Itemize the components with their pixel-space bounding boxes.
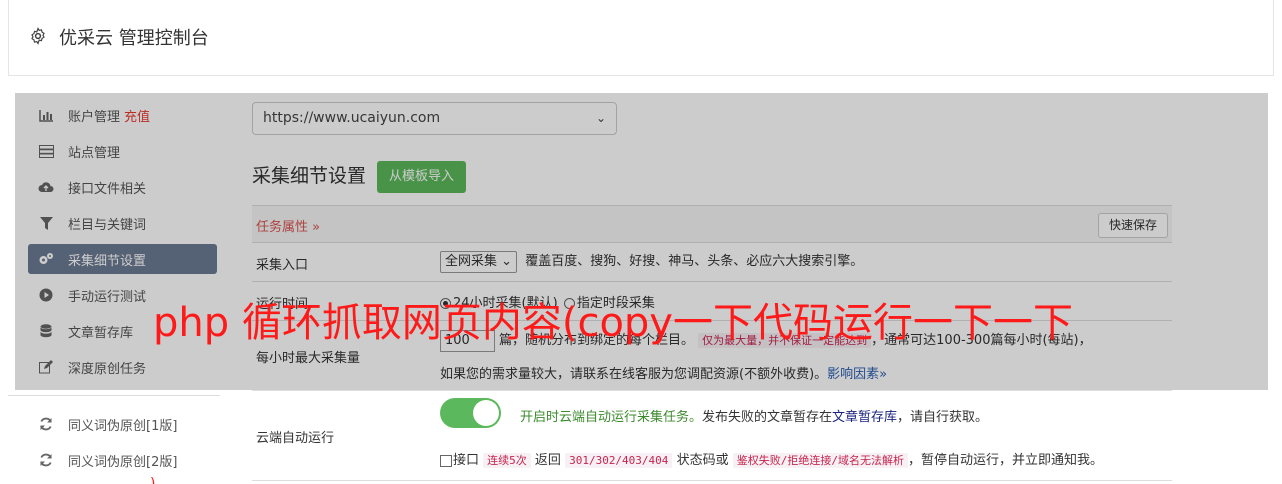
sidebar-item-label: 栏目与关键词 [68, 217, 147, 233]
code-errors: 鉴权失败/拒绝连接/域名无法解析 [732, 453, 908, 468]
cloud-desc-green: 开启时云端自动运行采集任务。 [520, 410, 703, 425]
quick-save-button[interactable]: 快速保存 [1097, 213, 1168, 238]
sidebar-divider [8, 395, 220, 396]
sidebar-item-label: 接口文件相关 [68, 181, 147, 197]
sidebar-item-label: 同义词伪原创[2版] [68, 454, 178, 470]
sidebar-item-columns-keywords[interactable]: 栏目与关键词 [28, 208, 217, 238]
cloud-upload-icon [38, 179, 54, 195]
pause-checkbox-label: 接口 [453, 453, 480, 468]
row-cloud-auto-run: 云端自动运行 开启时云端自动运行采集任务。发布失败的文章暂存在文章暂存库，请自行… [252, 391, 1172, 481]
collect-entry-select[interactable]: 全网采集 ⌄ [440, 250, 518, 273]
gears-icon [38, 251, 54, 267]
sidebar-item-account[interactable]: 账户管理 充值 [28, 100, 217, 130]
row-content-line2: 如果您的需求量较大，请联系在线客服为您调配资源(不额外收费)。影响因素» [440, 363, 887, 382]
article-storage-link[interactable]: 文章暂存库 [832, 410, 897, 425]
code-status: 301/302/403/404 [565, 453, 673, 468]
sidebar-item-collect-settings[interactable]: 采集细节设置 [28, 244, 217, 274]
pause-checkbox[interactable] [440, 454, 452, 467]
sidebar-item-label: 文章暂存库 [68, 325, 134, 341]
site-select-value: https://www.ucaiyun.com [263, 110, 441, 126]
row-label: 每小时最大采集量 [256, 351, 361, 366]
pause-condition: 接口 连续5次 返回 301/302/403/404 状态码或 鉴权失败/拒绝连… [440, 449, 1103, 468]
task-attributes-toggle[interactable]: 任务属性 » [256, 216, 320, 235]
bar-chart-icon [38, 107, 54, 123]
sidebar-item-synonym-v2[interactable]: 同义词伪原创[2版] [28, 445, 217, 475]
sidebar-item-label: 深度原创任务 [68, 361, 147, 377]
refresh-icon [38, 416, 54, 432]
max-per-hour-text-3: 如果您的需求量较大，请联系在线客服为您调配资源(不额外收费)。 [440, 367, 828, 382]
sidebar-item-deep-original[interactable]: 深度原创任务 [28, 352, 217, 382]
database-icon [38, 323, 54, 339]
sidebar-item-label: 同义词伪原创[1版] [68, 418, 178, 434]
top-header: 优采云 管理控制台 [8, 0, 1274, 76]
row-content: 全网采集 ⌄ 覆盖百度、搜狗、好搜、神马、头条、必应六大搜索引擎。 [440, 250, 863, 273]
site-select[interactable]: https://www.ucaiyun.com ⌄ [252, 102, 617, 135]
recharge-link[interactable]: 充值 [124, 106, 150, 125]
pause-text-b: 状态码或 [676, 453, 729, 468]
code-consecutive: 连续5次 [483, 453, 531, 468]
sidebar-item-label: 手动运行测试 [68, 289, 147, 305]
edit-icon [38, 359, 54, 375]
refresh-icon [38, 452, 54, 468]
sidebar-item-label: 站点管理 [68, 145, 121, 161]
play-circle-icon [38, 287, 54, 303]
sidebar-item-synonym-v1[interactable]: 同义词伪原创[1版] [28, 409, 217, 439]
sidebar-item-sites[interactable]: 站点管理 [28, 136, 217, 166]
section-title: 采集细节设置 [252, 165, 367, 187]
red-mark: ) [150, 476, 156, 484]
sidebar-item-label: 账户管理 [68, 109, 121, 125]
server-icon [38, 143, 54, 159]
chevron-down-icon: ⌄ [595, 111, 606, 125]
row-collect-entry: 采集入口 全网采集 ⌄ 覆盖百度、搜狗、好搜、神马、头条、必应六大搜索引擎。 [252, 243, 1172, 282]
cloud-desc-tail: ，请自行获取。 [897, 410, 989, 425]
collect-entry-desc: 覆盖百度、搜狗、好搜、神马、头条、必应六大搜索引擎。 [525, 254, 864, 269]
row-label: 采集入口 [256, 258, 309, 273]
filter-icon [38, 215, 54, 231]
row-label: 云端自动运行 [256, 431, 335, 446]
pause-text-c: ，暂停自动运行，并立即通知我。 [907, 453, 1103, 468]
watermark-title: php 循环抓取网页内容(copy一下代码运行一下一下 [153, 300, 1073, 346]
gear-icon [31, 27, 45, 45]
collect-entry-select-value: 全网采集 [445, 253, 498, 269]
task-attributes-bar: 任务属性 » 快速保存 [252, 205, 1172, 243]
cloud-auto-run-toggle[interactable] [440, 398, 501, 428]
sidebar-item-api-files[interactable]: 接口文件相关 [28, 172, 217, 202]
cloud-desc-text: 发布失败的文章暂存在 [702, 410, 833, 425]
import-template-button[interactable]: 从模板导入 [377, 161, 467, 193]
sidebar-item-label: 采集细节设置 [68, 253, 147, 269]
cloud-desc: 开启时云端自动运行采集任务。发布失败的文章暂存在文章暂存库，请自行获取。 [520, 406, 988, 425]
impact-factors-link[interactable]: 影响因素» [827, 367, 887, 382]
toggle-knob [473, 400, 499, 426]
pause-text-a: 返回 [534, 453, 561, 468]
page-title: 优采云 管理控制台 [59, 28, 209, 49]
